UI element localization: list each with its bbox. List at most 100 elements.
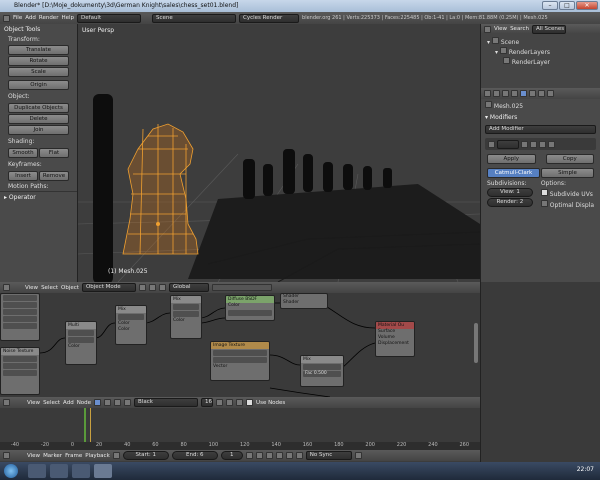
new-material-icon[interactable] <box>226 399 234 406</box>
node-menu-node[interactable]: Node <box>77 400 91 406</box>
material-users[interactable]: 16 <box>201 398 214 407</box>
mix-node-2[interactable]: Mix Color <box>170 295 202 339</box>
start-button[interactable] <box>4 464 18 478</box>
node-field[interactable] <box>3 363 37 369</box>
remove-keyframe-button[interactable]: Remove <box>39 171 69 181</box>
mix-node-3[interactable]: Mix Fac 0.500 <box>300 355 344 387</box>
outliner-scene-row[interactable]: ▾ Scene <box>487 37 594 47</box>
node-field[interactable] <box>3 323 37 329</box>
node-menu-view[interactable]: View <box>27 400 40 406</box>
shader-nodes-icon[interactable] <box>94 399 102 406</box>
scene-tab-icon[interactable] <box>493 90 500 97</box>
insert-keyframe-button[interactable]: Insert <box>8 171 38 181</box>
node-field[interactable] <box>303 364 341 370</box>
modifier-close-icon[interactable] <box>548 140 555 148</box>
shading-icon[interactable] <box>138 284 146 291</box>
catmull-clark-button[interactable]: Catmull-Clark <box>487 168 540 178</box>
keying-icon[interactable] <box>354 452 362 459</box>
render-tab-icon[interactable] <box>484 90 491 97</box>
diffuse-bsdf-node[interactable]: Diffuse BSDF Color <box>225 295 275 321</box>
play-reverse-icon[interactable] <box>265 452 273 459</box>
node-field[interactable] <box>68 330 94 336</box>
flat-button[interactable]: Flat <box>39 148 69 158</box>
viewport-menu-select[interactable]: Select <box>41 285 58 291</box>
menu-render[interactable]: Render <box>39 15 59 21</box>
timeline-menu-marker[interactable]: Marker <box>43 453 62 459</box>
node-field[interactable] <box>3 309 37 315</box>
jump-end-icon[interactable] <box>295 452 303 459</box>
image-texture-node[interactable]: Image Texture Vector <box>210 341 270 381</box>
delete-button[interactable]: Delete <box>8 114 69 124</box>
outliner-view-menu[interactable]: View <box>494 26 507 32</box>
add-modifier-select[interactable]: Add Modifier <box>485 125 596 134</box>
start-frame-field[interactable]: Start: 1 <box>122 451 169 460</box>
timeline-menu-playback[interactable]: Playback <box>85 453 110 459</box>
node-field[interactable] <box>3 316 37 322</box>
timeline-icon[interactable] <box>3 452 10 459</box>
orientation-select[interactable]: Global <box>168 283 209 292</box>
3d-viewport[interactable]: User Persp (1) Mesh.025 <box>78 24 480 282</box>
end-frame-field[interactable]: End: 6 <box>171 451 218 460</box>
outliner-filter-select[interactable]: All Scenes <box>531 24 566 34</box>
texture-tab-icon[interactable] <box>547 90 554 97</box>
maximize-button[interactable]: □ <box>559 1 575 10</box>
viewport-toggle-icon[interactable] <box>530 140 537 148</box>
translate-button[interactable]: Translate <box>8 45 69 55</box>
render-levels-field[interactable]: Render: 2 <box>487 198 533 207</box>
composite-nodes-icon[interactable] <box>104 399 112 406</box>
scale-button[interactable]: Scale <box>8 67 69 77</box>
taskbar-app-icon[interactable] <box>28 464 46 478</box>
preview-range-icon[interactable] <box>112 452 120 459</box>
node-field[interactable] <box>173 311 199 317</box>
fake-user-icon[interactable] <box>216 399 224 406</box>
timeline[interactable]: -40 -20 0 20 40 60 80 100 120 140 160 180 200 220 240 2… <box>0 408 480 450</box>
use-nodes-checkbox[interactable] <box>246 399 254 406</box>
color-space-field[interactable] <box>213 357 267 363</box>
node-menu-add[interactable]: Add <box>63 400 74 406</box>
operator-panel-header[interactable]: ▸ Operator <box>0 191 77 203</box>
noise-texture-node[interactable]: Noise Texture <box>0 347 40 395</box>
timeline-menu-view[interactable]: View <box>27 453 40 459</box>
outliner-search-menu[interactable]: Search <box>510 26 529 32</box>
world-tab-icon[interactable] <box>502 90 509 97</box>
unlink-icon[interactable] <box>236 399 244 406</box>
shader-node[interactable]: Shader Shader <box>280 293 328 309</box>
next-keyframe-icon[interactable] <box>285 452 293 459</box>
input-node-stack[interactable] <box>0 293 40 341</box>
viewport-menu-view[interactable]: View <box>25 285 38 291</box>
origin-button[interactable]: Origin <box>8 80 69 90</box>
material-icon[interactable] <box>124 399 132 406</box>
rotate-button[interactable]: Rotate <box>8 56 69 66</box>
copy-button[interactable]: Copy <box>545 154 594 164</box>
current-frame-marker[interactable] <box>84 408 86 442</box>
material-output-node[interactable]: Material Ou Surface Volume Displacement <box>375 321 415 357</box>
smooth-button[interactable]: Smooth <box>8 148 38 158</box>
taskbar-app-icon[interactable] <box>72 464 90 478</box>
manipulator-icon[interactable] <box>158 284 166 291</box>
join-button[interactable]: Join <box>8 125 69 135</box>
editmode-toggle-icon[interactable] <box>539 140 546 148</box>
object-tab-icon[interactable] <box>511 90 518 97</box>
pivot-icon[interactable] <box>148 284 156 291</box>
node-field[interactable] <box>3 295 37 301</box>
jump-start-icon[interactable] <box>245 452 253 459</box>
node-field[interactable] <box>173 304 199 310</box>
apply-button[interactable]: Apply <box>487 154 536 164</box>
simple-button[interactable]: Simple <box>541 168 594 178</box>
multiply-node[interactable]: Multi Color <box>65 321 97 365</box>
taskbar-app-icon[interactable] <box>50 464 68 478</box>
play-icon[interactable] <box>275 452 283 459</box>
data-tab-icon[interactable] <box>529 90 536 97</box>
optimal-display-checkbox[interactable]: Optimal Displa <box>540 200 594 209</box>
node-editor[interactable]: Noise Texture Multi Color Mix Color Color… <box>0 293 480 397</box>
modifier-name-field[interactable] <box>497 139 519 149</box>
outliner-renderlayers-row[interactable]: ▾ RenderLayers <box>487 47 594 57</box>
material-select[interactable]: Black <box>134 398 199 407</box>
view-levels-field[interactable]: View: 1 <box>487 188 533 197</box>
current-frame-field[interactable]: 1 <box>220 451 243 460</box>
prev-keyframe-icon[interactable] <box>255 452 263 459</box>
viewport-menu-object[interactable]: Object <box>61 285 79 291</box>
node-editor-icon[interactable] <box>3 399 10 406</box>
minimize-button[interactable]: – <box>542 1 558 10</box>
info-editor-icon[interactable] <box>3 14 10 22</box>
